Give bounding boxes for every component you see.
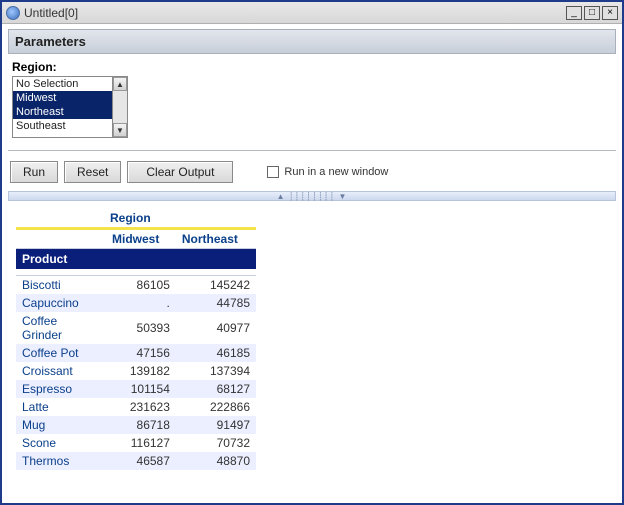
splitter-bar[interactable]: ▲ ┊┊┊┊┊┊┊┊ ▼ xyxy=(8,191,616,201)
table-row: Coffee Pot4715646185 xyxy=(16,344,256,362)
table-row: Latte231623222866 xyxy=(16,398,256,416)
value-northeast: 48870 xyxy=(176,452,256,470)
region-select[interactable]: No Selection Midwest Northeast Southeast… xyxy=(12,76,132,138)
run-new-window-option[interactable]: Run in a new window xyxy=(267,166,388,178)
table-row: Espresso10115468127 xyxy=(16,380,256,398)
value-northeast: 91497 xyxy=(176,416,256,434)
product-name: Capuccino xyxy=(16,294,106,312)
value-northeast: 70732 xyxy=(176,434,256,452)
window-title: Untitled[0] xyxy=(24,6,78,20)
region-column-header: Region xyxy=(106,209,256,227)
window-frame: Untitled[0] _ □ × Parameters Region: No … xyxy=(0,0,624,505)
reset-button[interactable]: Reset xyxy=(64,161,121,183)
titlebar: Untitled[0] _ □ × xyxy=(2,2,622,24)
region-listbox[interactable]: No Selection Midwest Northeast Southeast xyxy=(12,76,112,138)
value-northeast: 40977 xyxy=(176,312,256,344)
product-name: Coffee Grinder xyxy=(16,312,106,344)
close-button[interactable]: × xyxy=(602,6,618,20)
table-row: Scone11612770732 xyxy=(16,434,256,452)
table-row: Capuccino.44785 xyxy=(16,294,256,312)
value-midwest: 46587 xyxy=(106,452,176,470)
value-midwest: 86718 xyxy=(106,416,176,434)
value-northeast: 145242 xyxy=(176,276,256,294)
product-row-header: Product xyxy=(16,249,256,270)
table-row: Biscotti86105145242 xyxy=(16,276,256,294)
value-northeast: 222866 xyxy=(176,398,256,416)
product-name: Latte xyxy=(16,398,106,416)
column-header-northeast: Northeast xyxy=(176,229,256,249)
value-midwest: 101154 xyxy=(106,380,176,398)
parameters-body: Region: No Selection Midwest Northeast S… xyxy=(8,54,616,146)
product-name: Thermos xyxy=(16,452,106,470)
product-name: Espresso xyxy=(16,380,106,398)
region-option-southeast[interactable]: Southeast xyxy=(13,119,112,133)
scroll-down-icon[interactable]: ▼ xyxy=(113,123,127,137)
value-midwest: . xyxy=(106,294,176,312)
listbox-scrollbar[interactable]: ▲ ▼ xyxy=(112,76,128,138)
output-pane: Region Midwest Northeast Product Biscott… xyxy=(8,201,616,497)
parameters-header: Parameters xyxy=(8,29,616,54)
value-midwest: 139182 xyxy=(106,362,176,380)
value-northeast: 46185 xyxy=(176,344,256,362)
table-row: Croissant139182137394 xyxy=(16,362,256,380)
scroll-up-icon[interactable]: ▲ xyxy=(113,77,127,91)
product-name: Coffee Pot xyxy=(16,344,106,362)
value-midwest: 116127 xyxy=(106,434,176,452)
clear-output-button[interactable]: Clear Output xyxy=(127,161,233,183)
value-northeast: 44785 xyxy=(176,294,256,312)
content-area: Parameters Region: No Selection Midwest … xyxy=(2,24,622,503)
product-name: Croissant xyxy=(16,362,106,380)
run-new-window-label: Run in a new window xyxy=(284,166,388,178)
run-new-window-checkbox[interactable] xyxy=(267,166,279,178)
table-row: Thermos4658748870 xyxy=(16,452,256,470)
region-option-northeast[interactable]: Northeast xyxy=(13,105,112,119)
product-name: Scone xyxy=(16,434,106,452)
maximize-button[interactable]: □ xyxy=(584,6,600,20)
table-row: Coffee Grinder5039340977 xyxy=(16,312,256,344)
scroll-track[interactable] xyxy=(113,91,127,123)
region-label: Region: xyxy=(12,60,612,74)
column-header-midwest: Midwest xyxy=(106,229,176,249)
region-option-midwest[interactable]: Midwest xyxy=(13,91,112,105)
value-midwest: 86105 xyxy=(106,276,176,294)
report-table: Region Midwest Northeast Product Biscott… xyxy=(16,209,256,470)
value-midwest: 47156 xyxy=(106,344,176,362)
product-name: Biscotti xyxy=(16,276,106,294)
minimize-button[interactable]: _ xyxy=(566,6,582,20)
product-name: Mug xyxy=(16,416,106,434)
value-northeast: 137394 xyxy=(176,362,256,380)
table-row: Mug8671891497 xyxy=(16,416,256,434)
value-northeast: 68127 xyxy=(176,380,256,398)
app-icon xyxy=(6,6,20,20)
region-option-noselection[interactable]: No Selection xyxy=(13,77,112,91)
toolbar: Run Reset Clear Output Run in a new wind… xyxy=(8,159,616,191)
value-midwest: 231623 xyxy=(106,398,176,416)
run-button[interactable]: Run xyxy=(10,161,58,183)
divider xyxy=(8,150,616,151)
value-midwest: 50393 xyxy=(106,312,176,344)
